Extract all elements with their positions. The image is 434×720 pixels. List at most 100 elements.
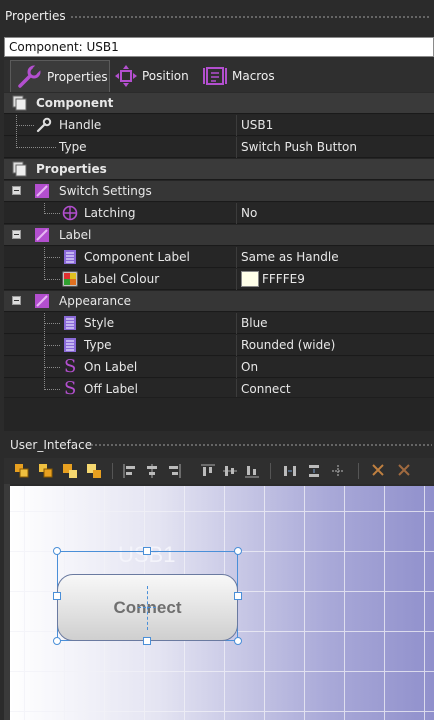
category-component[interactable]: Component bbox=[4, 93, 434, 114]
resize-handle-left[interactable] bbox=[53, 592, 61, 600]
property-value[interactable]: USB1 bbox=[241, 118, 273, 132]
collapse-toggle[interactable] bbox=[12, 186, 21, 195]
column-divider bbox=[236, 357, 237, 378]
property-name: Style bbox=[84, 316, 115, 330]
design-canvas[interactable]: USB1 Connect bbox=[10, 486, 434, 720]
property-row-type[interactable]: Type Switch Push Button bbox=[4, 137, 434, 158]
tree-line bbox=[44, 389, 60, 390]
align-bottom-icon[interactable] bbox=[244, 463, 260, 479]
property-value[interactable]: Rounded (wide) bbox=[241, 338, 335, 352]
toolbar-separator bbox=[358, 463, 359, 479]
colour-swatch[interactable] bbox=[241, 271, 259, 287]
property-row-on-label[interactable]: S On Label On bbox=[4, 357, 434, 378]
property-value[interactable]: Same as Handle bbox=[241, 250, 339, 264]
tab-label: Properties bbox=[47, 69, 108, 84]
property-value[interactable]: Blue bbox=[241, 316, 268, 330]
resize-handle-bottom[interactable] bbox=[143, 637, 151, 645]
tree-line bbox=[16, 115, 17, 136]
component-stack-icon bbox=[12, 161, 27, 177]
property-row-handle[interactable]: Handle USB1 bbox=[4, 115, 434, 136]
send-to-back-icon[interactable] bbox=[86, 463, 102, 479]
tree-line bbox=[16, 125, 34, 126]
pointer-deselect-icon[interactable] bbox=[396, 463, 412, 479]
property-name: Latching bbox=[84, 206, 136, 220]
component-selector[interactable]: Component: USB1 bbox=[4, 37, 434, 57]
string-icon: S bbox=[64, 356, 77, 377]
tree-line bbox=[44, 345, 60, 346]
ui-panel-header: User_Inteface bbox=[4, 432, 434, 456]
collapse-toggle[interactable] bbox=[12, 296, 21, 305]
collapse-toggle[interactable] bbox=[12, 230, 21, 239]
center-canvas-icon[interactable] bbox=[330, 463, 346, 479]
property-row-appearance-type[interactable]: Type Rounded (wide) bbox=[4, 335, 434, 356]
colour-palette-icon bbox=[62, 271, 78, 287]
settings-group-icon bbox=[35, 184, 49, 198]
property-value[interactable]: Connect bbox=[241, 382, 291, 396]
property-grid: Component Handle USB1 Type Switch Push B… bbox=[4, 93, 434, 400]
resize-handle-top-right[interactable] bbox=[234, 547, 242, 555]
move-icon bbox=[115, 65, 137, 87]
text-list-icon bbox=[64, 338, 76, 352]
distribute-vertical-icon[interactable] bbox=[306, 463, 322, 479]
property-name: Type bbox=[84, 338, 112, 352]
tree-line bbox=[44, 279, 60, 280]
resize-handle-top-left[interactable] bbox=[53, 547, 61, 555]
property-grid-empty-area bbox=[4, 397, 434, 431]
tree-line bbox=[44, 213, 60, 214]
tab-properties[interactable]: Properties bbox=[10, 60, 110, 92]
ui-toolbar bbox=[4, 458, 434, 484]
toolbar-separator bbox=[270, 463, 271, 479]
property-name: Component Label bbox=[84, 250, 190, 264]
property-row-style[interactable]: Style Blue bbox=[4, 313, 434, 334]
wrench-icon bbox=[36, 117, 52, 133]
tab-label: Macros bbox=[232, 69, 275, 83]
group-label: Label bbox=[59, 228, 92, 242]
property-name: Label Colour bbox=[84, 272, 160, 286]
tab-macros[interactable]: Macros bbox=[202, 60, 282, 92]
group-appearance[interactable]: Appearance bbox=[4, 291, 434, 312]
bring-forward-icon[interactable] bbox=[38, 463, 54, 479]
property-value[interactable]: No bbox=[241, 206, 257, 220]
resize-handle-top[interactable] bbox=[143, 547, 151, 555]
align-right-icon[interactable] bbox=[166, 463, 182, 479]
group-label: Appearance bbox=[59, 294, 132, 308]
property-name: Type bbox=[59, 140, 87, 154]
distribute-horizontal-icon[interactable] bbox=[282, 463, 298, 479]
property-name: Handle bbox=[59, 118, 102, 132]
property-name: On Label bbox=[84, 360, 138, 374]
pointer-select-icon[interactable] bbox=[370, 463, 386, 479]
property-row-component-label[interactable]: Component Label Same as Handle bbox=[4, 247, 434, 268]
ui-panel-title: User_Inteface bbox=[10, 438, 93, 452]
align-top-icon[interactable] bbox=[200, 463, 216, 479]
property-value[interactable]: Switch Push Button bbox=[241, 140, 357, 154]
column-divider bbox=[236, 137, 237, 158]
send-backward-icon[interactable] bbox=[62, 463, 78, 479]
wrench-icon bbox=[18, 64, 41, 88]
crosshair-icon bbox=[62, 205, 78, 221]
tree-line bbox=[44, 257, 60, 258]
group-label: Switch Settings bbox=[59, 184, 152, 198]
panel-drag-grip[interactable] bbox=[70, 15, 430, 20]
properties-panel-header: Properties bbox=[0, 0, 434, 34]
align-left-icon[interactable] bbox=[122, 463, 138, 479]
group-switch-settings[interactable]: Switch Settings bbox=[4, 181, 434, 202]
resize-handle-bottom-left[interactable] bbox=[53, 637, 61, 645]
bring-to-front-icon[interactable] bbox=[14, 463, 30, 479]
category-label: Component bbox=[36, 96, 114, 110]
resize-handle-bottom-right[interactable] bbox=[234, 637, 242, 645]
macro-icon bbox=[203, 67, 227, 85]
group-label[interactable]: Label bbox=[4, 225, 434, 246]
category-properties[interactable]: Properties bbox=[4, 159, 434, 180]
resize-handle-right[interactable] bbox=[234, 592, 242, 600]
property-value[interactable]: FFFFE9 bbox=[262, 272, 305, 286]
align-middle-icon[interactable] bbox=[222, 463, 238, 479]
property-row-label-colour[interactable]: Label Colour FFFFE9 bbox=[4, 269, 434, 290]
panel-drag-grip[interactable] bbox=[90, 443, 432, 448]
column-divider bbox=[236, 269, 237, 290]
component-stack-icon bbox=[12, 95, 27, 111]
property-row-latching[interactable]: Latching No bbox=[4, 203, 434, 224]
property-value[interactable]: On bbox=[241, 360, 258, 374]
column-divider bbox=[236, 313, 237, 334]
align-center-icon[interactable] bbox=[144, 463, 160, 479]
tab-position[interactable]: Position bbox=[114, 60, 198, 92]
